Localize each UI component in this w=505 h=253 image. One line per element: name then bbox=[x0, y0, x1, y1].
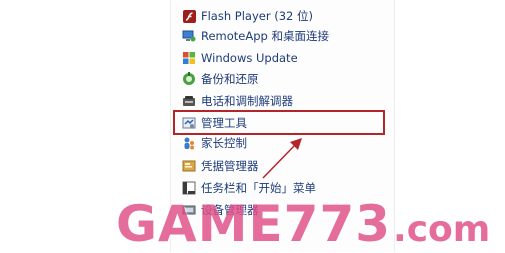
watermark-tld: .com bbox=[393, 209, 491, 250]
watermark: GAME773 .com bbox=[116, 197, 490, 249]
watermark-text: GAME773 bbox=[116, 195, 392, 253]
